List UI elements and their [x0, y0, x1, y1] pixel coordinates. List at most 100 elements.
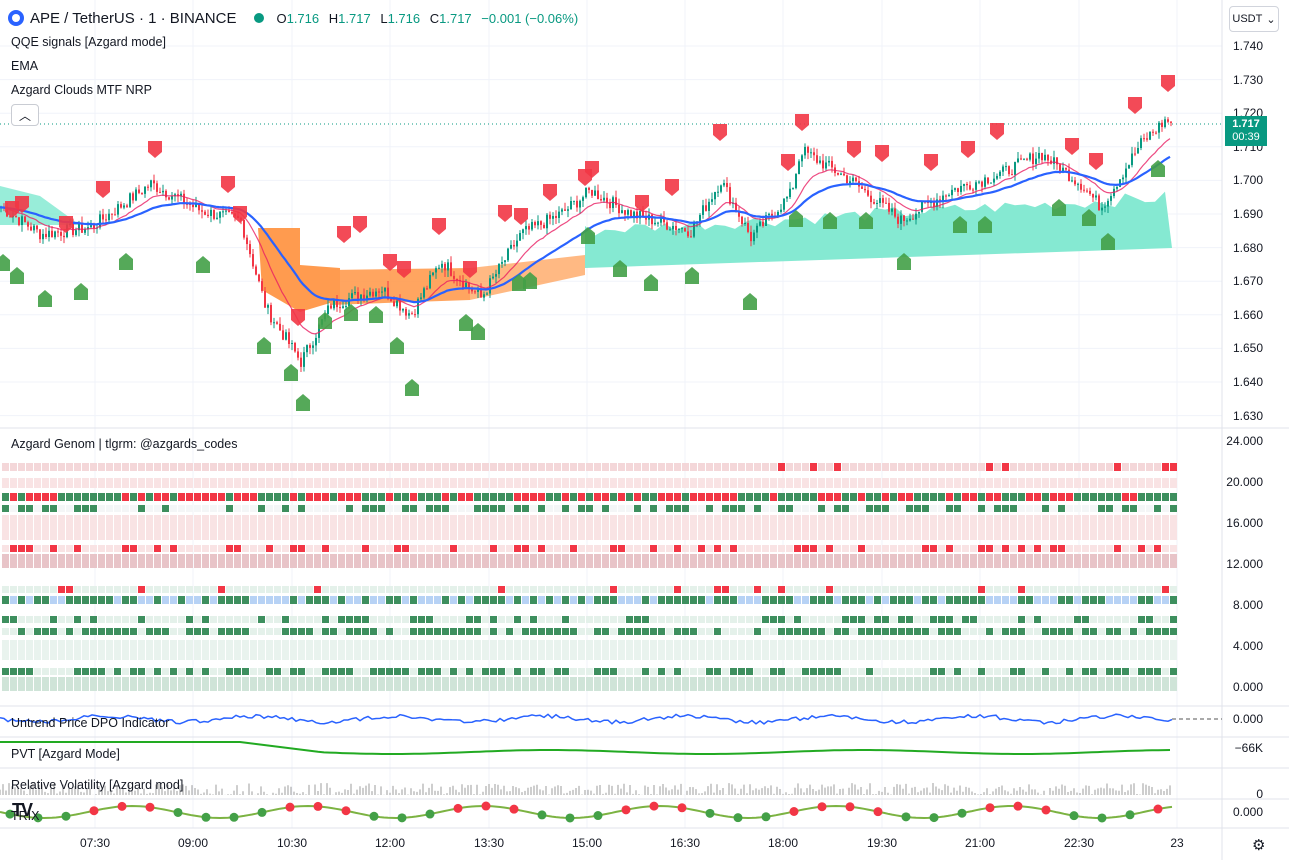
- genom-cell: [218, 463, 225, 471]
- genom-cell: [330, 554, 337, 568]
- genom-cell: [850, 668, 857, 675]
- genom-cell: [690, 640, 697, 660]
- genom-cell: [202, 505, 209, 512]
- time-axis-label: 18:00: [767, 836, 799, 850]
- genom-cell: [26, 586, 33, 593]
- indicator-pvt-label[interactable]: PVT [Azgard Mode]: [11, 747, 120, 761]
- genom-cell: [122, 628, 129, 635]
- genom-cell: [850, 515, 857, 540]
- genom-cell: [706, 545, 713, 552]
- genom-cell: [618, 463, 625, 471]
- genom-cell: [794, 493, 801, 501]
- genom-cell: [714, 493, 721, 501]
- genom-cell: [2, 554, 9, 568]
- indicator-ema-label[interactable]: EMA: [11, 59, 38, 73]
- genom-cell: [1026, 505, 1033, 512]
- genom-cell: [906, 515, 913, 540]
- genom-cell: [842, 616, 849, 623]
- candle-body: [15, 216, 17, 218]
- genom-cell: [186, 586, 193, 593]
- genom-axis-label: 8.000: [1232, 598, 1263, 612]
- candle-body: [282, 330, 284, 340]
- genom-cell: [1154, 586, 1161, 593]
- genom-cell: [522, 463, 529, 471]
- genom-cell: [34, 545, 41, 552]
- genom-cell: [338, 668, 345, 675]
- genom-cell: [98, 463, 105, 471]
- candle-body: [1104, 206, 1106, 208]
- genom-cell: [466, 596, 473, 604]
- genom-cell: [562, 463, 569, 471]
- genom-cell: [578, 640, 585, 660]
- genom-cell: [394, 478, 401, 488]
- candle-body: [1002, 166, 1004, 172]
- genom-cell: [330, 586, 337, 593]
- genom-cell: [10, 545, 17, 552]
- genom-cell: [570, 677, 577, 691]
- candle-body: [666, 222, 668, 230]
- genom-cell: [538, 616, 545, 623]
- genom-cell: [578, 463, 585, 471]
- gear-icon[interactable]: ⚙: [1252, 836, 1265, 854]
- genom-cell: [722, 668, 729, 675]
- genom-cell: [290, 505, 297, 512]
- genom-cell: [138, 463, 145, 471]
- genom-cell: [106, 545, 113, 552]
- genom-cell: [42, 616, 49, 623]
- candle-body: [849, 181, 851, 184]
- indicator-clouds-label[interactable]: Azgard Clouds MTF NRP: [11, 83, 152, 97]
- genom-cell: [818, 668, 825, 675]
- market-open-icon: [254, 13, 265, 23]
- candle-body: [525, 226, 527, 230]
- genom-cell: [674, 668, 681, 675]
- symbol-title[interactable]: APE / TetherUS · 1 · BINANCE: [30, 10, 236, 27]
- genom-cell: [74, 493, 81, 501]
- genom-cell: [90, 554, 97, 568]
- genom-cell: [402, 596, 409, 604]
- genom-cell: [1002, 616, 1009, 623]
- genom-cell: [650, 640, 657, 660]
- genom-cell: [594, 586, 601, 593]
- genom-cell: [834, 586, 841, 593]
- genom-cell: [458, 463, 465, 471]
- collapse-indicators-button[interactable]: ︿: [11, 104, 39, 126]
- indicator-genom-label[interactable]: Azgard Genom | tlgrm: @azgards_codes: [11, 437, 237, 451]
- candle-body: [558, 211, 560, 218]
- indicator-relvol-label[interactable]: Relative Volatility [Azgard mod]: [11, 778, 183, 792]
- candle-body: [822, 160, 824, 169]
- candle-body: [582, 197, 584, 201]
- genom-cell: [898, 493, 905, 501]
- currency-selector[interactable]: USDT ⌄: [1229, 6, 1279, 32]
- time-axis-label: 15:00: [571, 836, 603, 850]
- genom-cell: [58, 596, 65, 604]
- genom-cell: [538, 596, 545, 604]
- candle-body: [783, 198, 785, 210]
- genom-cell: [522, 596, 529, 604]
- genom-cell: [490, 515, 497, 540]
- genom-cell: [1002, 640, 1009, 660]
- indicator-dpo-label[interactable]: Untrend Price DPO Indicator: [11, 716, 169, 730]
- genom-cell: [1170, 677, 1177, 691]
- genom-cell: [74, 616, 81, 623]
- genom-cell: [474, 586, 481, 593]
- genom-cell: [1170, 493, 1177, 501]
- genom-cell: [746, 596, 753, 604]
- genom-cell: [378, 616, 385, 623]
- genom-cell: [1050, 554, 1057, 568]
- genom-cell: [754, 505, 761, 512]
- indicator-qqe-label[interactable]: QQE signals [Azgard mode]: [11, 35, 166, 49]
- genom-cell: [410, 554, 417, 568]
- genom-cell: [658, 668, 665, 675]
- candle-body: [369, 291, 371, 296]
- genom-cell: [218, 554, 225, 568]
- genom-cell: [410, 493, 417, 501]
- genom-cell: [754, 554, 761, 568]
- genom-cell: [650, 596, 657, 604]
- genom-cell: [154, 616, 161, 623]
- genom-cell: [866, 545, 873, 552]
- genom-cell: [666, 554, 673, 568]
- genom-cell: [1002, 554, 1009, 568]
- chart-canvas[interactable]: [0, 0, 1289, 860]
- genom-cell: [194, 628, 201, 635]
- buy-signal-icon: [369, 306, 383, 323]
